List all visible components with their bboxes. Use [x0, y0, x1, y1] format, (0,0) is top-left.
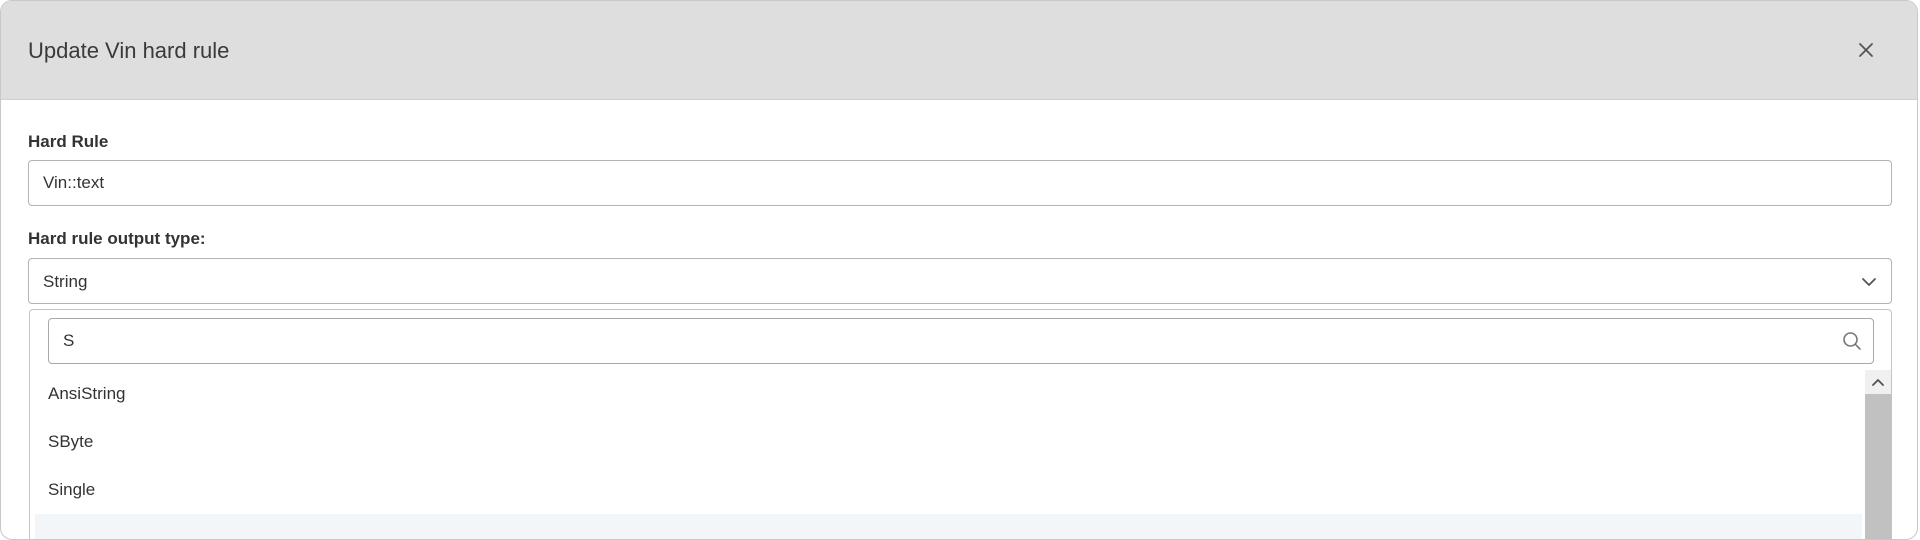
output-type-selected-value: String — [43, 272, 88, 291]
output-type-select[interactable]: String — [28, 258, 1892, 304]
dropdown-scrollbar[interactable] — [1865, 370, 1891, 539]
update-hard-rule-dialog: Update Vin hard rule Hard Rule Hard rule… — [0, 0, 1918, 540]
close-icon — [1859, 43, 1873, 57]
output-type-label: Hard rule output type: — [28, 229, 206, 248]
search-icon — [1843, 332, 1861, 350]
chevron-up-icon — [1872, 379, 1884, 386]
hard-rule-label: Hard Rule — [28, 132, 109, 151]
dropdown-option[interactable]: SByte — [35, 418, 1862, 466]
dropdown-search-input[interactable] — [49, 319, 1829, 363]
dialog-title: Update Vin hard rule — [28, 38, 230, 63]
scrollbar-thumb[interactable] — [1865, 394, 1891, 539]
dropdown-option[interactable]: AnsiString — [35, 370, 1862, 418]
chevron-down-icon — [1862, 278, 1876, 286]
close-button[interactable] — [1853, 37, 1879, 63]
scroll-up-button[interactable] — [1865, 370, 1891, 394]
dropdown-option[interactable]: Single — [35, 466, 1862, 514]
dropdown-option[interactable] — [35, 514, 1862, 539]
output-type-dropdown: AnsiString SByte Single — [29, 309, 1892, 539]
dropdown-search — [48, 318, 1874, 364]
hard-rule-input[interactable] — [28, 160, 1892, 206]
dialog-header: Update Vin hard rule — [1, 1, 1917, 100]
dropdown-option-list: AnsiString SByte Single — [30, 370, 1868, 539]
